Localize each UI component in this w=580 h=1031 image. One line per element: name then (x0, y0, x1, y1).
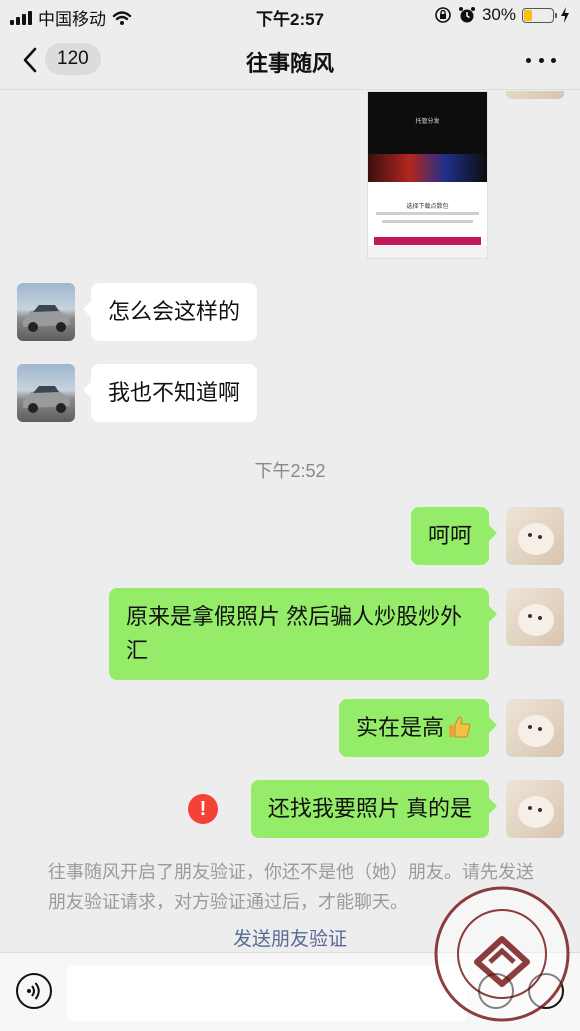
message-bubble-outgoing[interactable]: 呵呵 (410, 507, 498, 565)
message-bubble-outgoing[interactable]: 还找我要照片 真的是 (250, 780, 498, 838)
message-timestamp: 下午2:52 (254, 461, 326, 481)
my-avatar[interactable] (506, 91, 564, 99)
my-avatar[interactable] (506, 507, 564, 565)
status-right: 30% (434, 5, 570, 25)
alarm-icon (458, 7, 475, 23)
my-avatar[interactable] (506, 699, 564, 757)
chat-title: 往事随风 (245, 51, 334, 76)
message-input[interactable] (67, 965, 467, 1021)
message-bubble-incoming[interactable]: 我也不知道啊 (82, 364, 258, 422)
contact-avatar[interactable] (17, 283, 75, 341)
contact-avatar[interactable] (17, 364, 75, 422)
chat-header: 120 往事随风 (0, 30, 580, 90)
message-text: 实在是高 (355, 715, 444, 740)
screenshot-header-text: 托管分发 (415, 119, 440, 125)
charging-icon (561, 7, 569, 23)
screenshot-body-text: 选择下载点数包 (406, 204, 449, 210)
battery-percent: 30% (481, 5, 516, 24)
thumbs-up-icon (449, 716, 471, 738)
send-failed-icon[interactable]: ! (188, 794, 218, 824)
status-bar: 中国移动 下午2:57 30% (0, 0, 580, 30)
message-bubble-outgoing[interactable]: 实在是高 (338, 699, 498, 757)
message-list[interactable]: 托管分发 选择下载点数包 怎么会这样的 我也不知道啊 下午2:52 呵呵 原来是… (0, 91, 580, 951)
rotation-lock-icon (435, 7, 451, 23)
voice-input-icon[interactable] (16, 973, 52, 1009)
my-avatar[interactable] (506, 780, 564, 838)
more-options-icon[interactable] (526, 50, 556, 70)
message-bubble-outgoing[interactable]: 原来是拿假照片 然后骗人炒股炒外汇 (109, 588, 497, 680)
battery-icon (522, 7, 557, 23)
screenshot-image-message[interactable]: 托管分发 选择下载点数包 (367, 91, 488, 259)
message-bubble-incoming[interactable]: 怎么会这样的 (82, 283, 258, 341)
my-avatar[interactable] (506, 588, 564, 646)
watermark-seal (434, 886, 570, 1022)
